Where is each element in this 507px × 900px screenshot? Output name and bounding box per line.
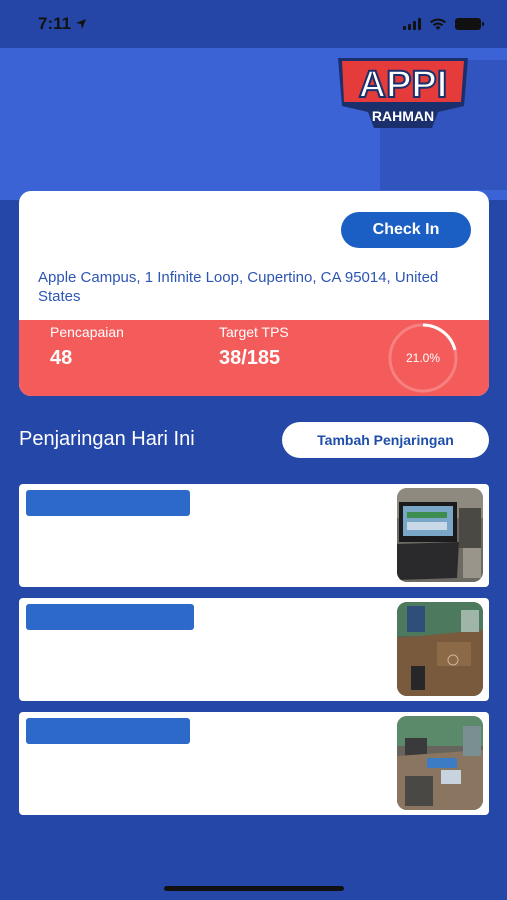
item-title-redacted (26, 604, 194, 630)
check-in-label: Check In (372, 221, 440, 238)
check-in-button[interactable]: Check In (341, 212, 471, 248)
item-photo[interactable] (397, 602, 483, 696)
status-bar: 7:11 (0, 0, 507, 48)
status-time: 7:11 (38, 14, 87, 34)
list-item[interactable] (19, 598, 489, 701)
item-photo[interactable] (397, 716, 483, 810)
add-penjaringan-button[interactable]: Tambah Penjaringan (282, 422, 489, 458)
battery-icon (455, 18, 484, 30)
list-item[interactable] (19, 484, 489, 587)
progress-gauge: 21.0% (388, 323, 458, 393)
progress-percent-text: 21.0% (406, 351, 440, 365)
item-photo[interactable] (397, 488, 483, 582)
pencapaian-label: Pencapaian (50, 324, 124, 340)
logo-text-main: APPI (359, 64, 448, 106)
section-title: Penjaringan Hari Ini (19, 428, 195, 450)
pencapaian-value: 48 (50, 347, 73, 369)
location-address: Apple Campus, 1 Infinite Loop, Cupertino… (38, 269, 439, 305)
target-tps-label: Target TPS (219, 324, 289, 340)
list-item[interactable] (19, 712, 489, 815)
location-arrow-icon (76, 19, 87, 29)
status-icons (403, 17, 484, 31)
stats-bar: Pencapaian 48 Target TPS 38/185 21.0% (19, 320, 489, 396)
wifi-icon (430, 17, 446, 30)
target-tps-value: 38/185 (219, 347, 281, 369)
add-penjaringan-label: Tambah Penjaringan (317, 432, 454, 448)
item-title-redacted (26, 490, 190, 516)
location-card: Check In Apple Campus, 1 Infinite Loop, … (19, 191, 489, 396)
logo-text-sub: RAHMAN (372, 108, 434, 124)
item-title-redacted (26, 718, 190, 744)
cellular-signal-icon (403, 18, 421, 30)
app-logo: APPI RAHMAN (338, 58, 468, 128)
status-time-text: 7:11 (38, 14, 72, 33)
home-indicator (164, 886, 344, 891)
